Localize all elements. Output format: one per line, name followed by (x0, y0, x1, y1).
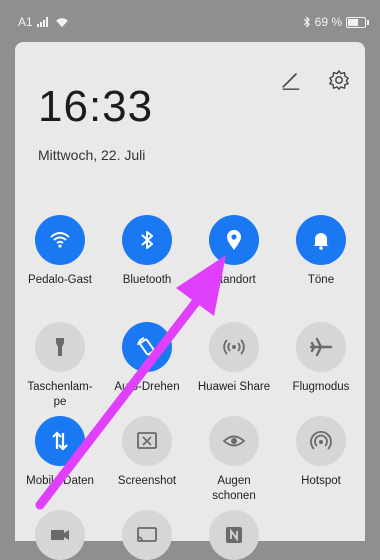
toggle-label: Augen schonen (212, 475, 256, 502)
toggle-tile[interactable]: Flugmodus (277, 322, 365, 395)
quick-settings-panel: 16:33 Mittwoch, 22. Juli Pedalo-Gast Blue… (15, 42, 365, 560)
mobile-data-icon (52, 431, 68, 451)
bluetooth-icon (141, 231, 153, 249)
toggle-button[interactable] (35, 322, 85, 372)
toggle-label: Screenshot (117, 475, 177, 487)
toggle-tile[interactable]: Huawei Share (190, 322, 278, 395)
clock-date: Mittwoch, 22. Juli (38, 147, 146, 163)
edit-icon[interactable] (280, 69, 302, 91)
toggle-button[interactable] (122, 322, 172, 372)
battery-icon (346, 16, 369, 28)
toggle-label: Huawei Share (197, 381, 271, 393)
toggle-tile[interactable]: Pedalo-Gast (16, 215, 104, 288)
toggle-tile[interactable]: Töne (277, 215, 365, 288)
toggle-button[interactable] (209, 215, 259, 265)
toggle-button[interactable] (122, 215, 172, 265)
toggle-button[interactable] (209, 416, 259, 466)
toggle-tile[interactable]: Standort (190, 215, 278, 288)
toggle-label: Pedalo-Gast (28, 274, 92, 286)
toggle-label: Bluetooth (122, 274, 172, 286)
cast-icon (137, 527, 157, 542)
location-icon (227, 230, 241, 250)
toggle-label: Flugmodus (292, 381, 350, 393)
toggle-label: Auto-Drehen (114, 381, 180, 393)
toggle-button[interactable] (209, 322, 259, 372)
toggle-label: Hotspot (301, 475, 341, 487)
nfc-icon (226, 527, 242, 543)
toggle-button[interactable] (296, 416, 346, 466)
toggle-label: Mobile Daten (26, 475, 94, 487)
gear-icon[interactable] (328, 69, 350, 91)
bell-icon (313, 233, 329, 250)
toggle-tile[interactable]: Auto-Drehen (103, 322, 191, 395)
toggle-label: Taschenlam-pe (27, 381, 93, 408)
toggle-tile[interactable] (190, 510, 278, 560)
status-right: 69 % (303, 15, 369, 29)
clock-time: 16:33 (38, 82, 154, 131)
toggle-label: Töne (307, 274, 335, 286)
toggle-tile[interactable]: Screenshot (103, 416, 191, 489)
bluetooth-status-icon (303, 16, 310, 28)
flashlight-icon (56, 338, 64, 356)
toggle-button[interactable] (35, 510, 85, 560)
signal-icon (36, 17, 48, 27)
toggle-button[interactable] (35, 215, 85, 265)
eye-icon (222, 435, 246, 447)
hotspot-icon (310, 430, 332, 450)
toggle-tile[interactable]: Bluetooth (103, 215, 191, 288)
share-icon (223, 339, 245, 355)
toggle-button[interactable] (122, 416, 172, 466)
toggle-button[interactable] (296, 215, 346, 265)
toggle-tile[interactable]: Hotspot (277, 416, 365, 489)
toggle-button[interactable] (122, 510, 172, 560)
toggle-button[interactable] (296, 322, 346, 372)
airplane-icon (309, 337, 333, 357)
toggle-button[interactable] (209, 510, 259, 560)
wifi-icon (50, 232, 70, 248)
status-left: A1 (18, 15, 69, 29)
toggle-tile[interactable]: Taschenlam-pe (16, 322, 104, 410)
status-bar: A1 69 % (0, 0, 380, 40)
carrier-label: A1 (18, 15, 33, 29)
battery-percent: 69 % (314, 15, 342, 29)
toggle-label: Standort (212, 274, 256, 286)
toggle-tile[interactable]: Mobile Daten (16, 416, 104, 489)
video-icon (51, 530, 69, 540)
wifi-status-icon (55, 17, 68, 27)
toggle-tile[interactable] (103, 510, 191, 560)
screenshot-icon (137, 432, 157, 449)
auto-rotate-icon (137, 337, 157, 357)
toggle-tile[interactable]: Augen schonen (190, 416, 278, 504)
toggle-tile[interactable] (16, 510, 104, 560)
toggle-button[interactable] (35, 416, 85, 466)
